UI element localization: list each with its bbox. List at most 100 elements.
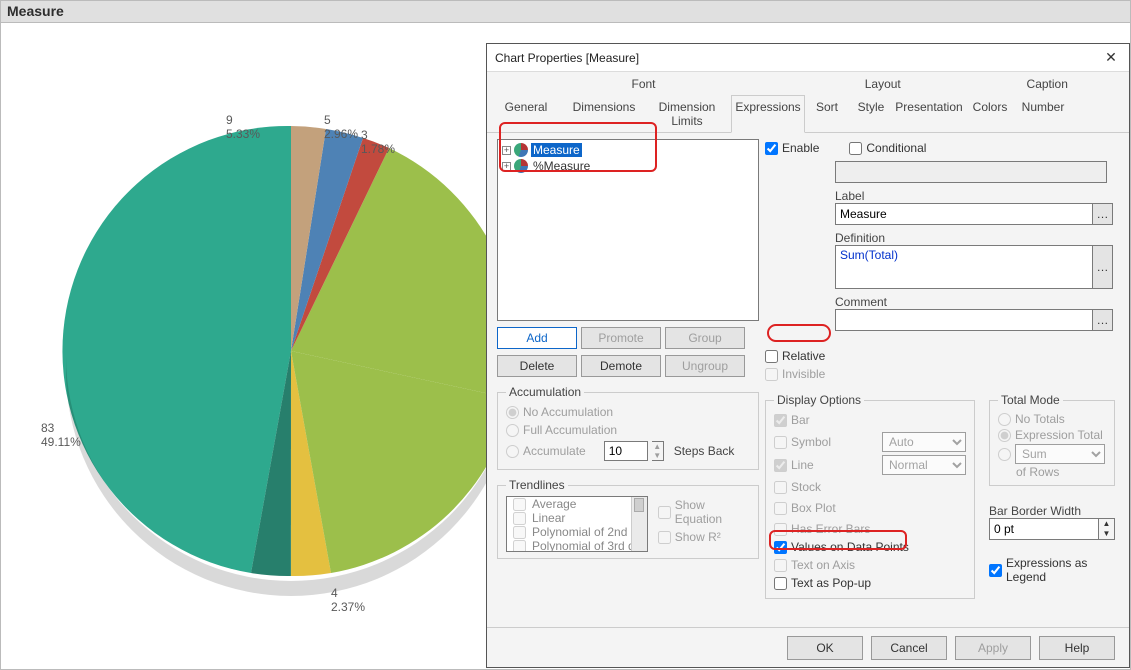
show-equation-check (658, 506, 671, 519)
pie-label-3: 31.78% (361, 128, 395, 156)
accumulation-group: Accumulation No Accumulation Full Accumu… (497, 385, 759, 470)
relative-label: Relative (782, 349, 825, 363)
expression-item-pct-measure[interactable]: + %Measure (500, 158, 756, 174)
stepper-icon[interactable]: ▲▼ (1099, 518, 1115, 540)
delete-button[interactable]: Delete (497, 355, 577, 377)
tab-style[interactable]: Style (849, 95, 893, 132)
apply-button[interactable]: Apply (955, 636, 1031, 660)
pie-icon (514, 143, 528, 157)
expression-label: %Measure (531, 159, 592, 173)
expression-total-radio (998, 429, 1011, 442)
values-on-data-points-label: Values on Data Points (791, 540, 909, 554)
boxplot-check (774, 502, 787, 515)
enable-check[interactable] (765, 142, 778, 155)
expression-item-measure[interactable]: + Measure (500, 142, 756, 158)
tab-layout[interactable]: Layout (800, 72, 965, 95)
dialog-footer: OK Cancel Apply Help (487, 627, 1129, 667)
ok-button[interactable]: OK (787, 636, 863, 660)
trendlines-group: Trendlines Average Linear Polynomial of … (497, 478, 759, 559)
definition-input[interactable]: Sum(Total) (835, 245, 1093, 289)
full-accumulation-radio (506, 424, 519, 437)
text-on-axis-check (774, 559, 787, 572)
trend-average-check (513, 498, 526, 511)
trend-poly2-check (513, 526, 526, 539)
comment-ellipsis-button[interactable]: … (1093, 309, 1113, 331)
tree-expand-icon[interactable]: + (502, 162, 511, 171)
expression-label: Measure (531, 143, 582, 157)
display-options-legend: Display Options (774, 393, 864, 407)
show-r2-check (658, 531, 671, 544)
symbol-check (774, 436, 787, 449)
show-equation-label: Show Equation (675, 498, 750, 526)
no-totals-radio (998, 413, 1011, 426)
comment-input[interactable] (835, 309, 1093, 331)
symbol-select: Auto (882, 432, 966, 452)
dialog-titlebar: Chart Properties [Measure] ✕ (487, 44, 1129, 72)
conditional-input (835, 161, 1107, 183)
trend-poly3-check (513, 540, 526, 553)
help-button[interactable]: Help (1039, 636, 1115, 660)
expressions-as-legend-check[interactable] (989, 564, 1002, 577)
line-check (774, 459, 787, 472)
close-icon[interactable]: ✕ (1101, 49, 1121, 66)
steps-back-label: Steps Back (674, 444, 735, 458)
trend-linear-check (513, 512, 526, 525)
display-options-group: Display Options Bar Symbol Auto Line Nor… (765, 393, 975, 599)
of-rows-label: of Rows (998, 465, 1106, 479)
bar-border-caption: Bar Border Width (989, 504, 1115, 518)
full-accumulation-label: Full Accumulation (523, 423, 617, 437)
definition-ellipsis-button[interactable]: … (1093, 245, 1113, 289)
tab-general[interactable]: General (487, 95, 565, 132)
invisible-check (765, 368, 778, 381)
demote-button[interactable]: Demote (581, 355, 661, 377)
cancel-button[interactable]: Cancel (871, 636, 947, 660)
pie-svg (41, 51, 541, 611)
tab-presentation[interactable]: Presentation (893, 95, 965, 132)
tree-expand-icon[interactable]: + (502, 146, 511, 155)
promote-button[interactable]: Promote (581, 327, 661, 349)
definition-caption: Definition (835, 231, 1113, 245)
conditional-check[interactable] (849, 142, 862, 155)
stepper-icon[interactable]: ▲▼ (652, 441, 664, 461)
group-button[interactable]: Group (665, 327, 745, 349)
add-button[interactable]: Add (497, 327, 577, 349)
bar-border-input[interactable] (989, 518, 1099, 540)
tab-dimension-limits[interactable]: Dimension Limits (643, 95, 731, 132)
no-accumulation-radio (506, 406, 519, 419)
tab-colors[interactable]: Colors (965, 95, 1015, 132)
agg-select: Sum (1015, 444, 1105, 464)
comment-caption: Comment (835, 295, 1113, 309)
tab-caption[interactable]: Caption (966, 72, 1129, 95)
expression-list[interactable]: + Measure + %Measure (497, 139, 759, 321)
no-accumulation-label: No Accumulation (523, 405, 613, 419)
total-mode-legend: Total Mode (998, 393, 1063, 407)
expressions-as-legend-label: Expressions as Legend (1006, 556, 1115, 584)
tab-sort[interactable]: Sort (805, 95, 849, 132)
total-mode-group: Total Mode No Totals Expression Total Su… (989, 393, 1115, 486)
text-as-popup-check[interactable] (774, 577, 787, 590)
trendlines-list[interactable]: Average Linear Polynomial of 2nd d Polyn… (506, 496, 648, 552)
tab-number[interactable]: Number (1015, 95, 1071, 132)
tab-font[interactable]: Font (487, 72, 800, 95)
stock-check (774, 481, 787, 494)
chart-title: Measure (1, 1, 1130, 23)
pie-icon (514, 159, 528, 173)
steps-back-input[interactable] (604, 441, 648, 461)
label-caption: Label (835, 189, 1113, 203)
label-input[interactable] (835, 203, 1093, 225)
values-on-data-points-check[interactable] (774, 541, 787, 554)
pie-label-4: 42.37% (331, 586, 365, 614)
ungroup-button[interactable]: Ungroup (665, 355, 745, 377)
pie-label-5: 52.96% (324, 113, 358, 141)
dialog-tabs: Font Layout Caption General Dimensions D… (487, 72, 1129, 133)
tab-expressions[interactable]: Expressions (731, 95, 805, 133)
tab-dimensions[interactable]: Dimensions (565, 95, 643, 132)
accumulate-label: Accumulate (523, 444, 586, 458)
bar-check (774, 414, 787, 427)
relative-check[interactable] (765, 350, 778, 363)
dialog-title-text: Chart Properties [Measure] (495, 51, 639, 65)
scrollbar[interactable] (631, 497, 647, 551)
label-ellipsis-button[interactable]: … (1093, 203, 1113, 225)
chart-properties-dialog: Chart Properties [Measure] ✕ Font Layout… (486, 43, 1130, 668)
error-bars-check (774, 523, 787, 536)
